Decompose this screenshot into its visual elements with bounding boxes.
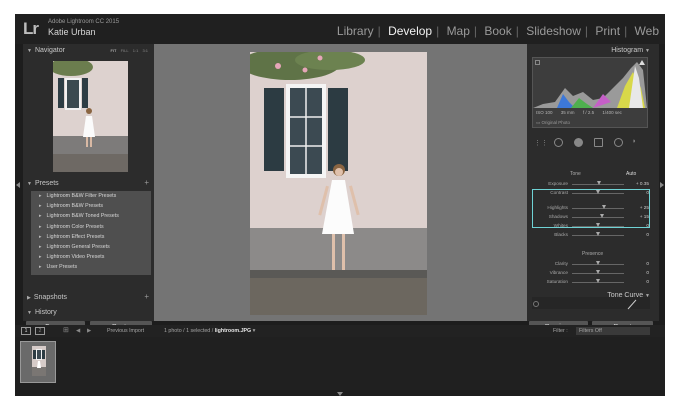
module-library[interactable]: Library <box>335 24 376 38</box>
shadow-clipping-icon[interactable] <box>535 60 540 65</box>
back-arrow-icon[interactable]: ◀ <box>76 325 80 337</box>
module-map[interactable]: Map <box>445 24 472 38</box>
histogram[interactable]: ISO 100 35 mm f / 2.5 1/400 sec ▭ Origin… <box>532 57 648 128</box>
bottom-panel-toggle-icon[interactable] <box>337 392 343 396</box>
vibrance-slider[interactable]: Vibrance 0 <box>527 269 659 278</box>
right-panel: Histogram ▼ ISO 100 35 mm f / 2.5 1/400 … <box>527 44 659 335</box>
add-preset-icon[interactable]: + <box>144 178 149 187</box>
presets-header[interactable]: ▼ Presets <box>23 178 154 190</box>
histogram-header[interactable]: Histogram ▼ <box>527 45 659 57</box>
blacks-slider[interactable]: Blacks 0 <box>527 231 659 240</box>
secondary-display-button[interactable]: 2 <box>35 327 45 335</box>
crop-icon[interactable] <box>554 138 563 147</box>
camera-info: ISO 100 35 mm f / 2.5 1/400 sec <box>536 110 622 115</box>
tool-strip: ⋮⋮ ◗ <box>532 136 648 150</box>
filter-label: Filter : <box>553 328 568 334</box>
exposure-slider[interactable]: Exposure + 0.35 <box>527 180 659 189</box>
shadows-slider[interactable]: Shadows + 15 <box>527 213 659 222</box>
user-name: Katie Urban <box>48 27 96 37</box>
whites-slider[interactable]: Whites 0 <box>527 222 659 231</box>
zoom-1-1[interactable]: 1:1 <box>133 48 139 53</box>
right-panel-toggle-icon[interactable] <box>660 182 664 188</box>
adjustment-brush-icon[interactable]: ◗ <box>632 138 636 145</box>
module-web[interactable]: Web <box>633 24 661 38</box>
filmstrip <box>15 337 665 390</box>
navigator-zoom-options: FIT FILL 1:1 3:1 <box>110 45 151 57</box>
zoom-3-1[interactable]: 3:1 <box>142 48 148 53</box>
module-bar: Lr Adobe Lightroom CC 2015 Katie Urban L… <box>15 14 665 44</box>
preset-folder[interactable]: ▸ Lightroom B&W Toned Presets <box>31 211 151 221</box>
preset-folder[interactable]: ▸ Lightroom B&W Presets <box>31 201 151 211</box>
graduated-filter-icon[interactable] <box>614 138 623 147</box>
tone-label: Tone <box>570 171 581 177</box>
red-eye-icon[interactable] <box>594 138 603 147</box>
history-header[interactable]: ▼ History <box>23 308 154 317</box>
zoom-fit[interactable]: FIT <box>110 48 116 53</box>
preset-folder[interactable]: ▸ Lightroom B&W Filter Presets <box>31 191 151 201</box>
left-panel-toggle-icon[interactable] <box>16 182 20 188</box>
product-name: Adobe Lightroom CC 2015 <box>48 19 120 25</box>
photo-count: 1 photo / 1 selected / lightroom.JPG ▾ <box>164 328 256 334</box>
original-photo-label: ▭ Original Photo <box>536 120 571 125</box>
snapshots-header[interactable]: ▶ Snapshots <box>23 292 154 304</box>
filmstrip-toolbar: 1 2 ⊞ ◀ ▶ Previous Import 1 photo / 1 se… <box>15 325 665 337</box>
grid-view-icon[interactable]: ⊞ <box>63 325 69 337</box>
primary-display-button[interactable]: 1 <box>21 327 31 335</box>
main-photo[interactable] <box>250 52 427 315</box>
preset-folder[interactable]: ▸ Lightroom General Presets <box>31 242 151 252</box>
filter-select[interactable]: Filters Off <box>576 327 650 335</box>
filmstrip-thumbnail[interactable] <box>20 341 56 383</box>
presets-list: ▸ Lightroom B&W Filter Presets ▸ Lightroom… <box>31 191 151 275</box>
preset-folder[interactable]: ▸ Lightroom Color Presets <box>31 222 151 232</box>
lightroom-logo: Lr <box>23 19 39 38</box>
module-print[interactable]: Print <box>593 24 622 38</box>
left-panel: ▼ Navigator FIT FILL 1:1 3:1 ▼ Presets +… <box>23 44 154 335</box>
forward-arrow-icon[interactable]: ▶ <box>87 325 91 337</box>
module-develop[interactable]: Develop <box>386 24 434 38</box>
preset-folder[interactable]: ▸ Lightroom Effect Presets <box>31 232 151 242</box>
presence-label: Presence <box>582 251 604 257</box>
clarity-slider[interactable]: Clarity 0 <box>527 260 659 269</box>
highlight-clipping-icon[interactable] <box>639 60 645 65</box>
navigator-preview[interactable] <box>53 61 128 172</box>
module-book[interactable]: Book <box>482 24 513 38</box>
lightroom-window: Lr Adobe Lightroom CC 2015 Katie Urban L… <box>15 14 665 396</box>
preset-folder[interactable]: ▸ Lightroom Video Presets <box>31 252 151 262</box>
module-slideshow[interactable]: Slideshow <box>524 24 583 38</box>
add-snapshot-icon[interactable]: + <box>144 292 149 301</box>
thumbnail-image <box>32 346 46 376</box>
auto-tone-button[interactable]: Auto <box>626 171 636 177</box>
image-canvas[interactable] <box>154 44 527 321</box>
tone-curve-preview[interactable] <box>532 297 650 310</box>
module-picker: Library | Develop | Map | Book | Slideshow | … <box>335 24 661 38</box>
zoom-fill[interactable]: FILL <box>121 48 129 53</box>
preset-folder[interactable]: ▸ User Presets <box>31 262 151 272</box>
highlights-slider[interactable]: Highlights + 25 <box>527 204 659 213</box>
spot-removal-icon[interactable] <box>574 138 583 147</box>
previous-import-source[interactable]: Previous Import <box>107 325 144 337</box>
crop-grid-icon[interactable]: ⋮⋮ <box>534 139 548 147</box>
navigator-header[interactable]: ▼ Navigator FIT FILL 1:1 3:1 <box>23 45 154 57</box>
saturation-slider[interactable]: Saturation 0 <box>527 278 659 287</box>
